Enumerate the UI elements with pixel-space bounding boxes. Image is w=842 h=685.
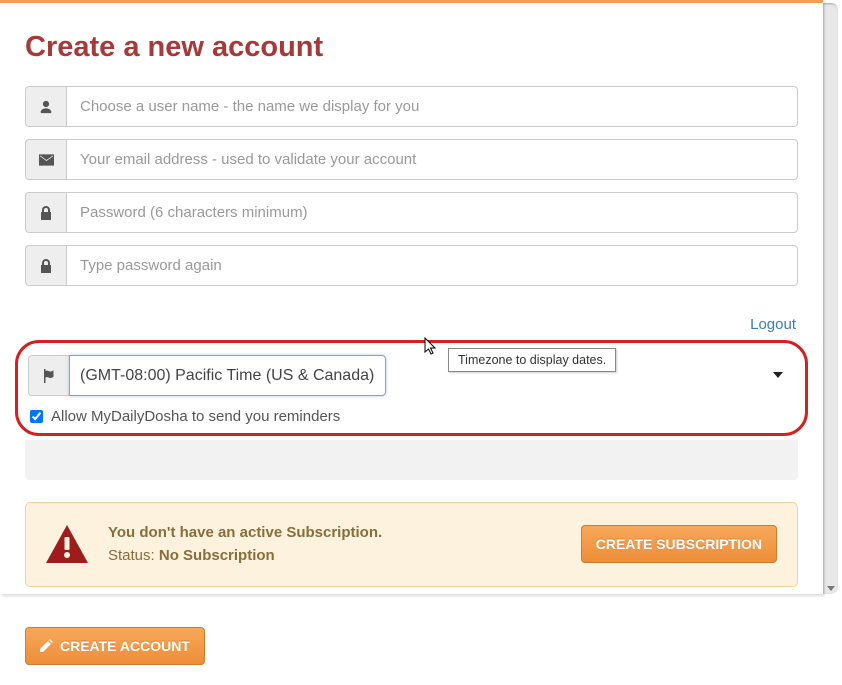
password-confirm-input[interactable] bbox=[66, 245, 798, 286]
subscription-message: You don't have an active Subscription. S… bbox=[108, 521, 561, 568]
panel-footer bbox=[25, 440, 798, 480]
password-input[interactable] bbox=[66, 192, 798, 233]
logout-link[interactable]: Logout bbox=[750, 316, 796, 333]
reminders-checkbox[interactable] bbox=[30, 410, 43, 423]
email-group bbox=[25, 139, 798, 180]
button-label: CREATE ACCOUNT bbox=[60, 638, 190, 654]
password-confirm-group bbox=[25, 245, 798, 286]
create-subscription-button[interactable]: CREATE SUBSCRIPTION bbox=[581, 525, 777, 563]
flag-icon bbox=[28, 355, 69, 396]
lock-icon bbox=[25, 192, 66, 233]
create-account-button[interactable]: CREATE ACCOUNT bbox=[25, 627, 205, 665]
reminders-label: Allow MyDailyDosha to send you reminders bbox=[51, 408, 340, 425]
chevron-down-icon bbox=[773, 372, 783, 378]
pencil-icon bbox=[40, 639, 53, 652]
scroll-down-icon[interactable] bbox=[827, 586, 835, 591]
subscription-headline: You don't have an active Subscription. bbox=[108, 524, 382, 541]
timezone-group: (GMT-08:00) Pacific Time (US & Canada) bbox=[28, 355, 795, 396]
timezone-tooltip: Timezone to display dates. bbox=[448, 348, 616, 372]
highlight-annotation: (GMT-08:00) Pacific Time (US & Canada) A… bbox=[15, 340, 808, 436]
subscription-alert: You don't have an active Subscription. S… bbox=[25, 502, 798, 587]
username-input[interactable] bbox=[66, 86, 798, 127]
page-title: Create a new account bbox=[25, 31, 798, 64]
logout-row: Logout bbox=[25, 316, 798, 334]
username-group bbox=[25, 86, 798, 127]
scrollbar[interactable] bbox=[823, 3, 838, 594]
email-input[interactable] bbox=[66, 139, 798, 180]
user-icon bbox=[25, 86, 66, 127]
button-label: CREATE SUBSCRIPTION bbox=[596, 536, 762, 552]
envelope-icon bbox=[25, 139, 66, 180]
reminders-row[interactable]: Allow MyDailyDosha to send you reminders bbox=[28, 408, 795, 425]
lock-icon bbox=[25, 245, 66, 286]
subscription-status-label: Status: bbox=[108, 547, 155, 564]
timezone-select[interactable]: (GMT-08:00) Pacific Time (US & Canada) bbox=[69, 355, 386, 396]
warning-icon bbox=[46, 525, 88, 563]
subscription-status-value: No Subscription bbox=[159, 547, 275, 564]
password-group bbox=[25, 192, 798, 233]
